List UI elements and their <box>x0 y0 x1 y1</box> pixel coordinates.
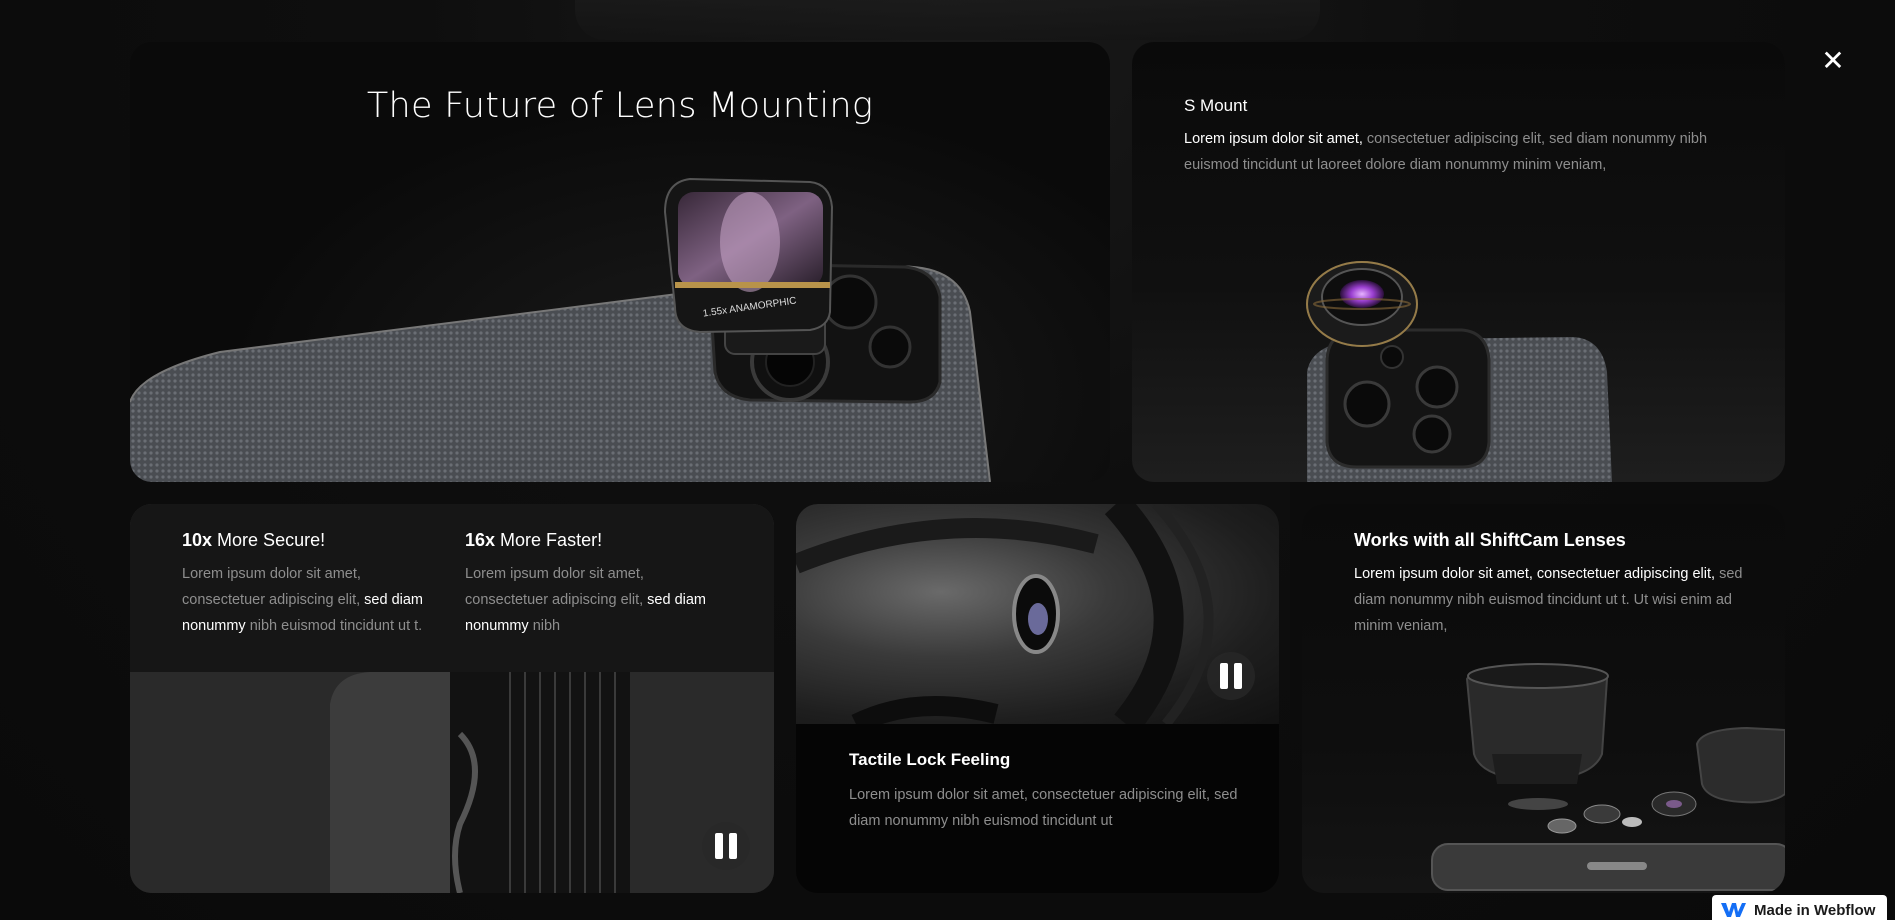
stat-description: Lorem ipsum dolor sit amet, consectetuer… <box>182 566 423 634</box>
close-button[interactable]: ✕ <box>1818 46 1848 76</box>
webflow-badge-text: Made in Webflow <box>1754 901 1876 919</box>
close-icon: ✕ <box>1821 44 1845 77</box>
tactile-card: Tactile Lock Feeling Lorem ipsum dolor s… <box>796 504 1279 893</box>
tactile-description: Lorem ipsum dolor sit amet, consectetuer… <box>849 787 1238 829</box>
hero-card: The Future of Lens Mounting 1.55x ANAMOR… <box>130 42 1110 482</box>
pause-icon <box>1220 663 1228 689</box>
stat-description: Lorem ipsum dolor sit amet, consectetuer… <box>465 566 706 634</box>
tactile-lock-image <box>796 504 1279 724</box>
shiftcam-lens-collection-image <box>1431 663 1785 891</box>
shiftcam-lenses-card: Works with all ShiftCam Lenses Lorem ips… <box>1302 504 1785 893</box>
made-in-webflow-badge[interactable]: Made in Webflow <box>1712 895 1887 920</box>
phone-with-anamorphic-lens-image: 1.55x ANAMORPHIC <box>130 177 991 482</box>
pause-button[interactable] <box>1207 652 1255 700</box>
webflow-logo-icon <box>1721 903 1746 917</box>
stat-label: More Faster! <box>495 530 603 550</box>
stat-number: 10x <box>182 530 213 550</box>
stat-more-secure: 10x More Secure! Lorem ipsum dolor sit a… <box>182 530 442 639</box>
s-mount-card: S Mount Lorem ipsum dolor sit amet, cons… <box>1132 42 1785 482</box>
pause-icon <box>715 833 723 859</box>
mount-mechanism-image <box>796 504 1214 724</box>
lightbox-overlay: The Future of Lens Mounting 1.55x ANAMOR… <box>0 0 1895 920</box>
tactile-title: Tactile Lock Feeling <box>849 750 1011 769</box>
stat-number: 16x <box>465 530 496 550</box>
stat-more-faster: 16x More Faster! Lorem ipsum dolor sit a… <box>465 530 725 639</box>
s-mount-lens-on-phone-image <box>1306 261 1612 482</box>
pause-button[interactable] <box>702 822 750 870</box>
stats-card: 10x More Secure! Lorem ipsum dolor sit a… <box>130 504 774 893</box>
stats-panel: 10x More Secure! Lorem ipsum dolor sit a… <box>130 504 774 672</box>
background-product-shadow <box>575 0 1320 40</box>
stat-label: More Secure! <box>212 530 326 550</box>
